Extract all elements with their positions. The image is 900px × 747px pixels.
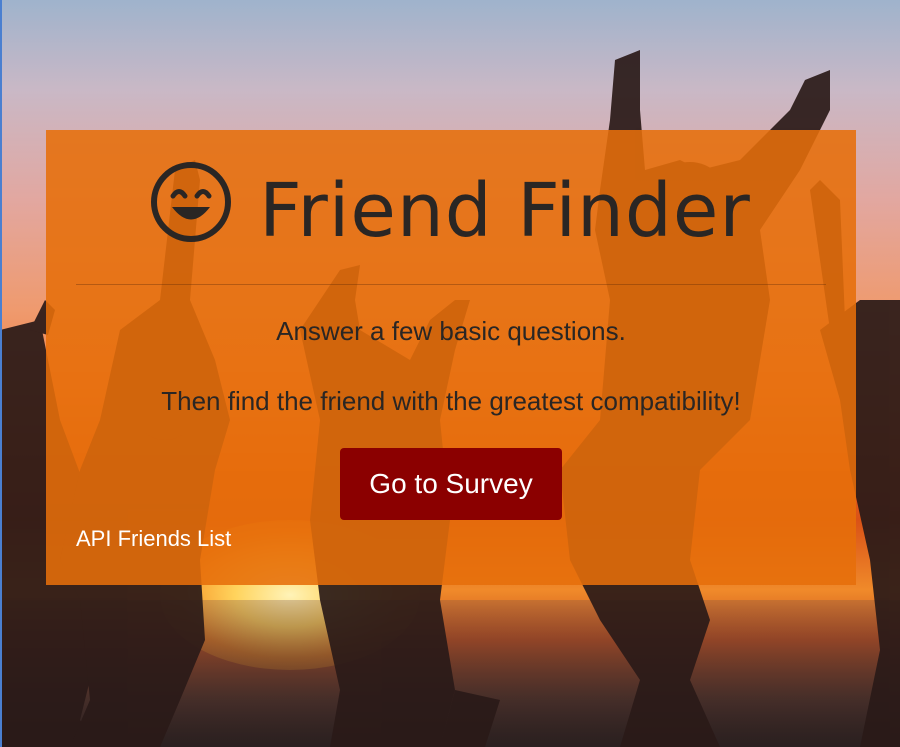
api-friends-list-link[interactable]: API Friends List (76, 526, 231, 552)
title-divider (76, 284, 826, 285)
smiley-icon (151, 162, 232, 242)
title-text: Friend Finder (259, 168, 751, 254)
go-to-survey-button[interactable]: Go to Survey (340, 448, 562, 520)
lead-text-questions: Answer a few basic questions. (276, 316, 626, 346)
lead-text-compatibility: Then find the friend with the greatest c… (161, 386, 741, 416)
page-title: Friend Finder (0, 160, 900, 261)
window-edge (0, 0, 2, 747)
